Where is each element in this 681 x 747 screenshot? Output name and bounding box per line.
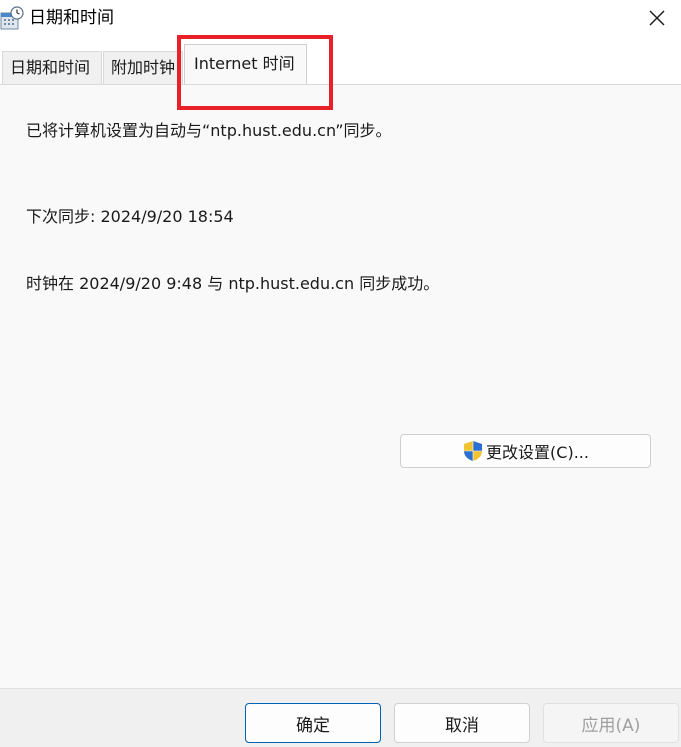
close-icon [649, 10, 665, 26]
tab-strip: 日期和时间 附加时钟 Internet 时间 [0, 40, 681, 84]
uac-shield-icon [464, 441, 483, 461]
last-sync-text: 时钟在 2024/9/20 9:48 与 ntp.hust.edu.cn 同步成… [26, 274, 440, 293]
tab-date-time[interactable]: 日期和时间 [2, 51, 102, 84]
sync-status-text: 已将计算机设置为自动与“ntp.hust.edu.cn”同步。 [26, 121, 392, 140]
calendar-clock-icon [0, 6, 24, 32]
next-sync-text: 下次同步: 2024/9/20 18:54 [26, 207, 234, 226]
dialog-footer: 确定 取消 应用(A) [0, 688, 681, 747]
close-button[interactable] [633, 0, 681, 36]
annotation-highlight-box [177, 35, 333, 110]
tab-additional-clocks[interactable]: 附加时钟 [103, 51, 183, 84]
apply-button[interactable]: 应用(A) [543, 703, 679, 743]
title-bar: 日期和时间 [0, 0, 681, 40]
window-title: 日期和时间 [29, 8, 114, 28]
change-settings-button[interactable]: 更改设置(C)... [400, 434, 651, 468]
change-settings-label: 更改设置(C)... [486, 443, 589, 462]
cancel-button[interactable]: 取消 [394, 703, 530, 743]
tab-content-panel: 已将计算机设置为自动与“ntp.hust.edu.cn”同步。 下次同步: 20… [0, 84, 681, 688]
ok-button[interactable]: 确定 [245, 703, 381, 743]
